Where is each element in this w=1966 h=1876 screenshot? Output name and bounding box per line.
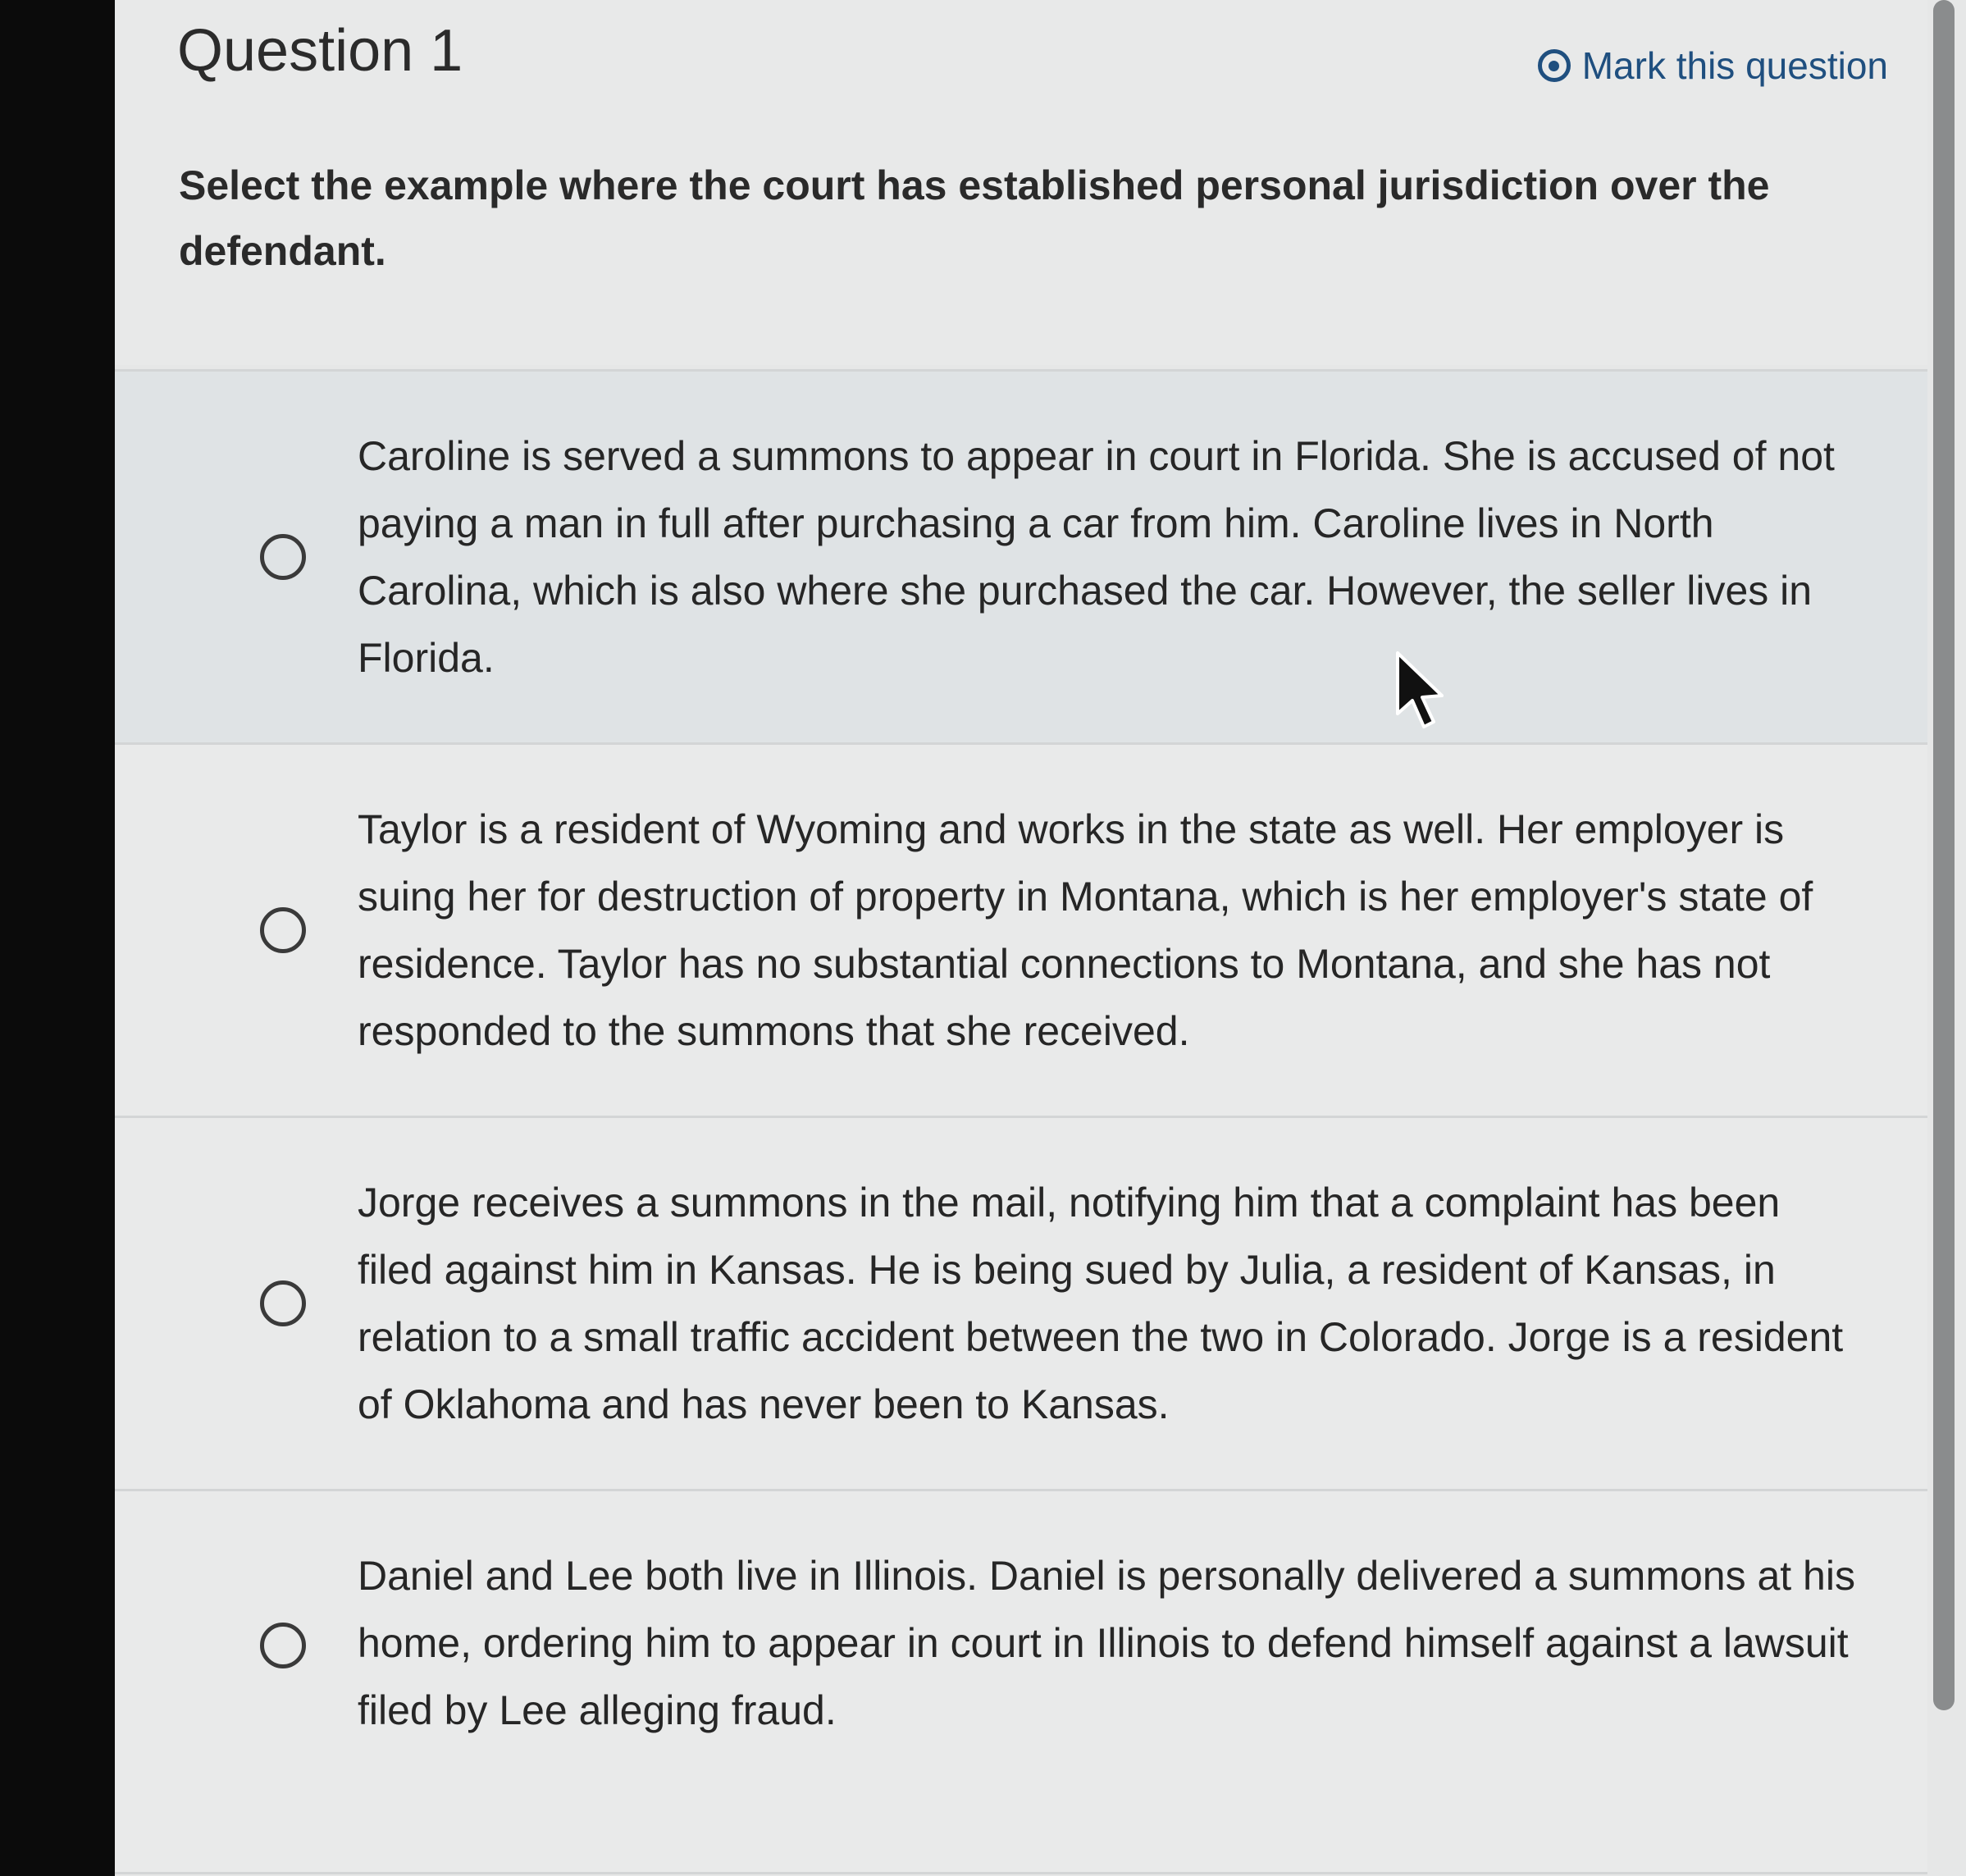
answer-options: Caroline is served a summons to appear i… — [115, 369, 1927, 1874]
screen-bezel — [0, 0, 115, 1876]
radio-dot-icon — [1537, 49, 1571, 82]
mark-question-label: Mark this question — [1581, 44, 1888, 87]
answer-option-text: Caroline is served a summons to appear i… — [358, 433, 1835, 681]
question-header: Question 1 Mark this question Select the… — [115, 0, 1927, 365]
radio-empty-icon[interactable] — [260, 534, 306, 580]
answer-option-text: Daniel and Lee both live in Illinois. Da… — [358, 1553, 1855, 1733]
question-prompt: Select the example where the court has e… — [179, 162, 1770, 274]
answer-option-1[interactable]: Caroline is served a summons to appear i… — [115, 369, 1927, 742]
mark-question-button[interactable]: Mark this question — [1537, 39, 1888, 92]
radio-empty-icon[interactable] — [260, 1280, 306, 1326]
radio-empty-icon[interactable] — [260, 1623, 306, 1668]
quiz-screen: Question 1 Mark this question Select the… — [115, 0, 1966, 1876]
answer-option-3[interactable]: Jorge receives a summons in the mail, no… — [115, 1116, 1927, 1489]
radio-empty-icon[interactable] — [260, 907, 306, 953]
vertical-scrollbar[interactable] — [1933, 0, 1955, 1876]
mouse-cursor-icon — [1396, 651, 1444, 728]
answer-option-text: Taylor is a resident of Wyoming and work… — [358, 806, 1813, 1054]
question-title: Question 1 — [177, 18, 463, 84]
scrollbar-thumb[interactable] — [1933, 0, 1955, 1710]
answer-option-4[interactable]: Daniel and Lee both live in Illinois. Da… — [115, 1489, 1927, 1874]
answer-option-2[interactable]: Taylor is a resident of Wyoming and work… — [115, 742, 1927, 1116]
answer-option-text: Jorge receives a summons in the mail, no… — [358, 1180, 1844, 1427]
